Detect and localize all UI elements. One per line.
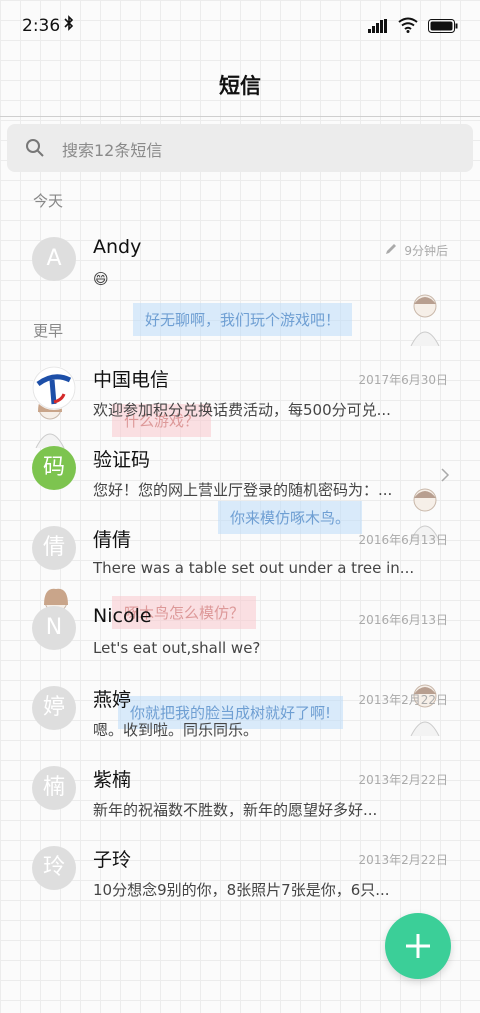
avatar: 婷: [32, 686, 76, 730]
conversation-row[interactable]: 倩 倩倩 There was a table set out under a t…: [0, 517, 480, 597]
section-header-today: 今天: [33, 192, 64, 210]
page-title: 短信: [219, 74, 261, 98]
battery-icon: [428, 18, 458, 37]
plus-icon: [404, 932, 432, 964]
message-snippet: 嗯。收到啦。同乐同乐。: [93, 721, 259, 739]
conversation-row[interactable]: 玲 子玲 10分想念9别的你，8张照片7张是你，6只... 2013年2月22日: [0, 837, 480, 917]
message-date: 2017年6月30日: [358, 373, 448, 387]
conversation-row[interactable]: A Andy 😄 9分钟后: [0, 228, 480, 308]
avatar: A: [32, 237, 76, 281]
contact-name: 紫楠: [93, 769, 132, 791]
avatar: 码: [32, 446, 76, 490]
china-telecom-logo-icon: [32, 366, 76, 410]
contact-name: 中国电信: [93, 369, 170, 391]
message-date: 9分钟后: [404, 244, 448, 258]
message-date: 2013年2月22日: [358, 853, 448, 867]
conversation-row[interactable]: 中国电信 欢迎参加积分兑换话费活动，每500分可兑... 2017年6月30日: [0, 357, 480, 437]
search-placeholder: 搜索12条短信: [62, 141, 163, 160]
message-snippet: 10分想念9别的你，8张照片7张是你，6只...: [93, 881, 390, 899]
status-bar: 2:36: [0, 0, 480, 52]
message-snippet: 您好！您的网上营业厅登录的随机密码为：...: [93, 481, 393, 499]
draft-pencil-icon: [384, 242, 398, 259]
conversation-row[interactable]: 婷 燕婷 嗯。收到啦。同乐同乐。 2013年2月22日: [0, 677, 480, 757]
contact-name: 燕婷: [93, 689, 132, 711]
search-bar[interactable]: 搜索12条短信: [7, 124, 473, 172]
contact-name: Nicole: [93, 605, 152, 627]
avatar: 倩: [32, 526, 76, 570]
conversation-row[interactable]: N Nicole Let's eat out,shall we? 2016年6月…: [0, 597, 480, 677]
contact-name: 倩倩: [93, 529, 132, 551]
search-icon: [25, 138, 45, 162]
status-time: 2:36: [22, 16, 61, 36]
avatar: N: [32, 606, 76, 650]
message-date: 2016年6月13日: [358, 533, 448, 547]
message-snippet: There was a table set out under a tree i…: [93, 559, 413, 577]
contact-name: 验证码: [93, 449, 151, 471]
message-date: 2016年6月13日: [358, 613, 448, 627]
message-time: 9分钟后: [384, 242, 448, 259]
message-date: 2013年2月22日: [358, 773, 448, 787]
contact-name: 子玲: [93, 849, 132, 871]
wifi-icon: [398, 17, 418, 37]
message-snippet: 欢迎参加积分兑换话费活动，每500分可兑...: [93, 401, 391, 419]
message-date: 2013年2月22日: [358, 693, 448, 707]
conversation-row[interactable]: 码 验证码 您好！您的网上营业厅登录的随机密码为：...: [0, 437, 480, 517]
signal-icon: [368, 18, 388, 37]
contact-name: Andy: [93, 236, 142, 258]
avatar: 玲: [32, 846, 76, 890]
bluetooth-icon: [64, 15, 74, 35]
chevron-right-icon: [440, 467, 450, 487]
conversation-row[interactable]: 楠 紫楠 新年的祝福数不胜数，新年的愿望好多好... 2013年2月22日: [0, 757, 480, 837]
new-message-button[interactable]: [385, 913, 451, 979]
title-bar: 短信: [0, 52, 480, 117]
message-snippet: Let's eat out,shall we?: [93, 639, 261, 657]
message-snippet: 新年的祝福数不胜数，新年的愿望好多好...: [93, 801, 378, 819]
message-snippet: 😄: [93, 270, 109, 288]
section-header-earlier: 更早: [33, 322, 64, 340]
avatar: 楠: [32, 766, 76, 810]
